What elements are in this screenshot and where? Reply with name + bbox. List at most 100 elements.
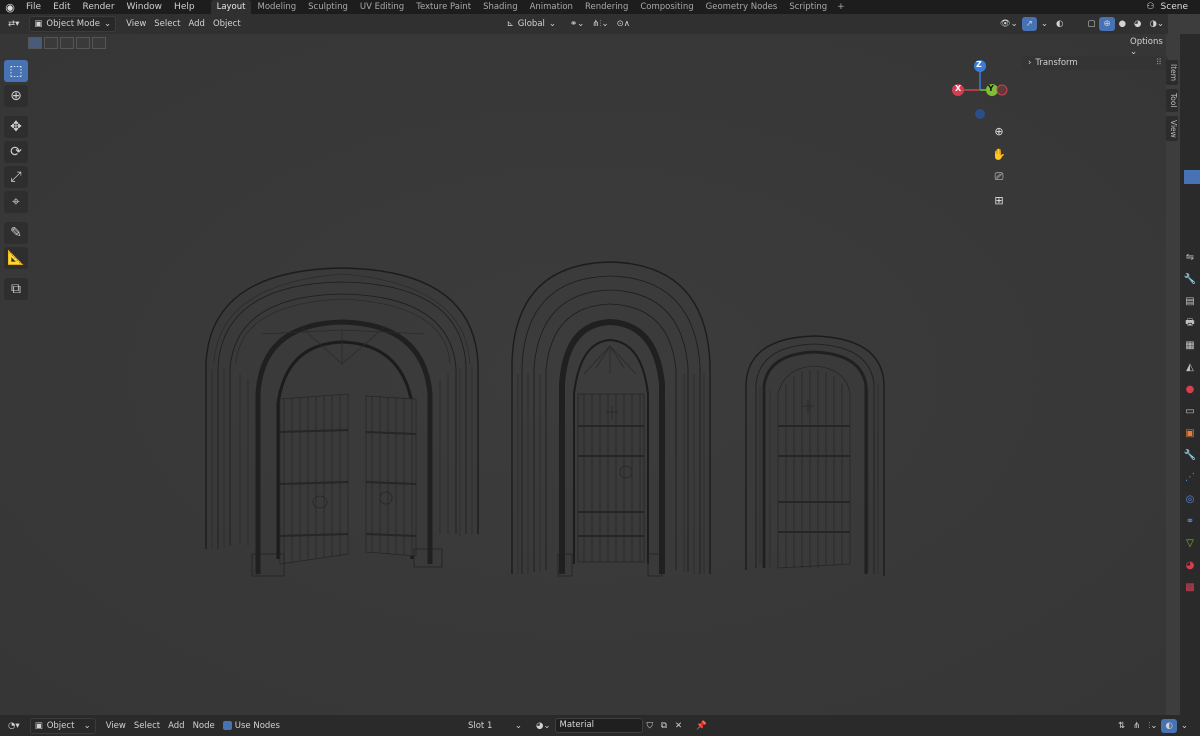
gizmo-toggle-icon[interactable]: ↗ (1021, 17, 1037, 31)
select-box-icon[interactable]: ⬚ (4, 60, 28, 82)
menu-view[interactable]: View (122, 17, 150, 31)
hand-pan-icon[interactable]: ✋ (990, 145, 1008, 163)
tab-modeling[interactable]: Modeling (251, 0, 302, 14)
tab-item[interactable]: Item (1166, 60, 1178, 86)
menu-add[interactable]: Add (164, 719, 188, 733)
material-browse-icon[interactable]: ◕⌄ (532, 719, 555, 733)
wireframe-shading-icon[interactable]: ⊕ (1099, 17, 1115, 31)
tab-geometry-nodes[interactable]: Geometry Nodes (700, 0, 784, 14)
menu-add[interactable]: Add (185, 17, 209, 31)
menu-edit[interactable]: Edit (47, 2, 76, 12)
workspace-tabs: Layout Modeling Sculpting UV Editing Tex… (210, 0, 849, 14)
navigation-gizmo[interactable]: Z Y X (950, 58, 1010, 120)
menu-view[interactable]: View (102, 719, 130, 733)
chevron-down-icon[interactable]: ⌄ (1177, 719, 1192, 733)
annotate-icon[interactable]: ✎ (4, 222, 28, 244)
proportional-edit-icon[interactable]: ⊙∧ (613, 17, 634, 31)
select-new-icon[interactable] (28, 37, 42, 49)
options-dropdown[interactable]: Options ⌄ (1130, 37, 1166, 57)
scene-selector[interactable]: ⚇ Scene (1146, 0, 1188, 14)
editor-type-icon[interactable]: ⇄▾ (4, 17, 23, 31)
select-extend-icon[interactable] (44, 37, 58, 49)
add-cube-icon[interactable]: ⧉ (4, 278, 28, 300)
menu-select[interactable]: Select (130, 719, 164, 733)
tab-texture-paint[interactable]: Texture Paint (410, 0, 477, 14)
pin-icon[interactable]: 📌 (692, 719, 711, 733)
world-props-icon[interactable]: ● (1180, 378, 1200, 400)
object-props-icon[interactable]: ▣ (1180, 422, 1200, 444)
constraints-props-icon[interactable]: ⚭ (1180, 510, 1200, 532)
overlay-icon[interactable]: ◐ (1052, 17, 1067, 31)
grid-perspective-icon[interactable]: ⊞ (990, 191, 1008, 209)
data-props-icon[interactable]: ▽ (1180, 532, 1200, 554)
texture-props-icon[interactable]: ▩ (1180, 576, 1200, 598)
solid-shading-icon[interactable]: ● (1115, 17, 1130, 31)
scale-icon[interactable]: ⤢ (4, 166, 28, 188)
orientation-dropdown[interactable]: ⊾ Global ⌄ (503, 17, 560, 31)
measure-icon[interactable]: 📐 (4, 247, 28, 269)
zoom-icon[interactable]: ⊕ (990, 122, 1008, 140)
menu-render[interactable]: Render (77, 2, 121, 12)
tab-sculpting[interactable]: Sculpting (302, 0, 354, 14)
rendered-shading-icon[interactable]: ◑⌄ (1145, 17, 1168, 31)
collection-props-icon[interactable]: ▭ (1180, 400, 1200, 422)
properties-icon[interactable]: ⇋ (1180, 246, 1200, 268)
orientation-label: Global (517, 19, 545, 29)
move-icon[interactable]: ✥ (4, 116, 28, 138)
menu-object[interactable]: Object (209, 17, 245, 31)
menu-select[interactable]: Select (150, 17, 184, 31)
menu-help[interactable]: Help (168, 2, 201, 12)
tool-props-icon[interactable]: 🔧 (1180, 268, 1200, 290)
cursor-icon[interactable]: ⊕ (4, 85, 28, 107)
tab-tool[interactable]: Tool (1166, 89, 1178, 112)
snap-icon[interactable]: ⋔ (1129, 719, 1144, 733)
menu-node[interactable]: Node (189, 719, 219, 733)
tab-animation[interactable]: Animation (524, 0, 579, 14)
physics-props-icon[interactable]: ◎ (1180, 488, 1200, 510)
particles-props-icon[interactable]: ⋰ (1180, 466, 1200, 488)
select-intersect-icon[interactable] (76, 37, 90, 49)
material-shading-icon[interactable]: ◕ (1130, 17, 1145, 31)
tab-uv-editing[interactable]: UV Editing (354, 0, 410, 14)
scene-props-icon[interactable]: ◭ (1180, 356, 1200, 378)
tab-layout[interactable]: Layout (210, 0, 252, 14)
tab-scripting[interactable]: Scripting (783, 0, 833, 14)
render-props-icon[interactable]: ▤ (1180, 290, 1200, 312)
shader-type-dropdown[interactable]: ▣ Object ⌄ (29, 717, 96, 734)
add-workspace-icon[interactable]: + (833, 2, 849, 12)
chevron-down-icon[interactable]: ⌄ (1037, 17, 1052, 31)
xray-icon[interactable]: ▢ (1083, 17, 1099, 31)
tab-view[interactable]: View (1166, 115, 1178, 142)
material-name-field[interactable]: Material (554, 718, 643, 733)
rotate-icon[interactable]: ⟳ (4, 141, 28, 163)
select-invert-icon[interactable] (92, 37, 106, 49)
blender-logo-icon[interactable]: ◉ (0, 1, 20, 14)
slot-dropdown[interactable]: Slot 1 ⌄ (464, 719, 526, 733)
camera-icon[interactable]: ⎚ (990, 168, 1008, 186)
visibility-icon[interactable]: 👁⌄ (996, 17, 1022, 31)
transform-panel[interactable]: › Transform ⠿ (1022, 56, 1168, 70)
view-layer-icon[interactable]: ▦ (1180, 334, 1200, 356)
snap-mode-icon[interactable]: ⫶⌄ (1144, 719, 1161, 733)
mode-dropdown[interactable]: ▣ Object Mode ⌄ (29, 16, 117, 32)
tab-compositing[interactable]: Compositing (634, 0, 699, 14)
drag-handle-icon[interactable]: ⠿ (1156, 58, 1162, 68)
tab-shading[interactable]: Shading (477, 0, 524, 14)
editor-type-icon[interactable]: ◔▾ (4, 719, 24, 733)
output-props-icon[interactable]: 🖶 (1180, 312, 1200, 334)
overlay-icon[interactable]: ◐ (1161, 718, 1177, 733)
fake-user-icon[interactable]: ⛉ (643, 719, 657, 733)
duplicate-icon[interactable]: ⧉ (657, 719, 671, 733)
menu-window[interactable]: Window (121, 2, 169, 12)
transform-icon[interactable]: ⌖ (4, 191, 28, 213)
menu-file[interactable]: File (20, 2, 47, 12)
pivot-icon[interactable]: ⚭⌄ (566, 17, 588, 31)
tab-rendering[interactable]: Rendering (579, 0, 634, 14)
snap-icon[interactable]: ⋔⫶⌄ (588, 17, 612, 31)
modifier-props-icon[interactable]: 🔧 (1180, 444, 1200, 466)
parent-icon[interactable]: ⇅ (1114, 719, 1129, 733)
select-subtract-icon[interactable] (60, 37, 74, 49)
close-icon[interactable]: ✕ (671, 719, 686, 733)
material-props-icon[interactable]: ◕ (1180, 554, 1200, 576)
use-nodes-checkbox[interactable]: Use Nodes (219, 719, 284, 733)
